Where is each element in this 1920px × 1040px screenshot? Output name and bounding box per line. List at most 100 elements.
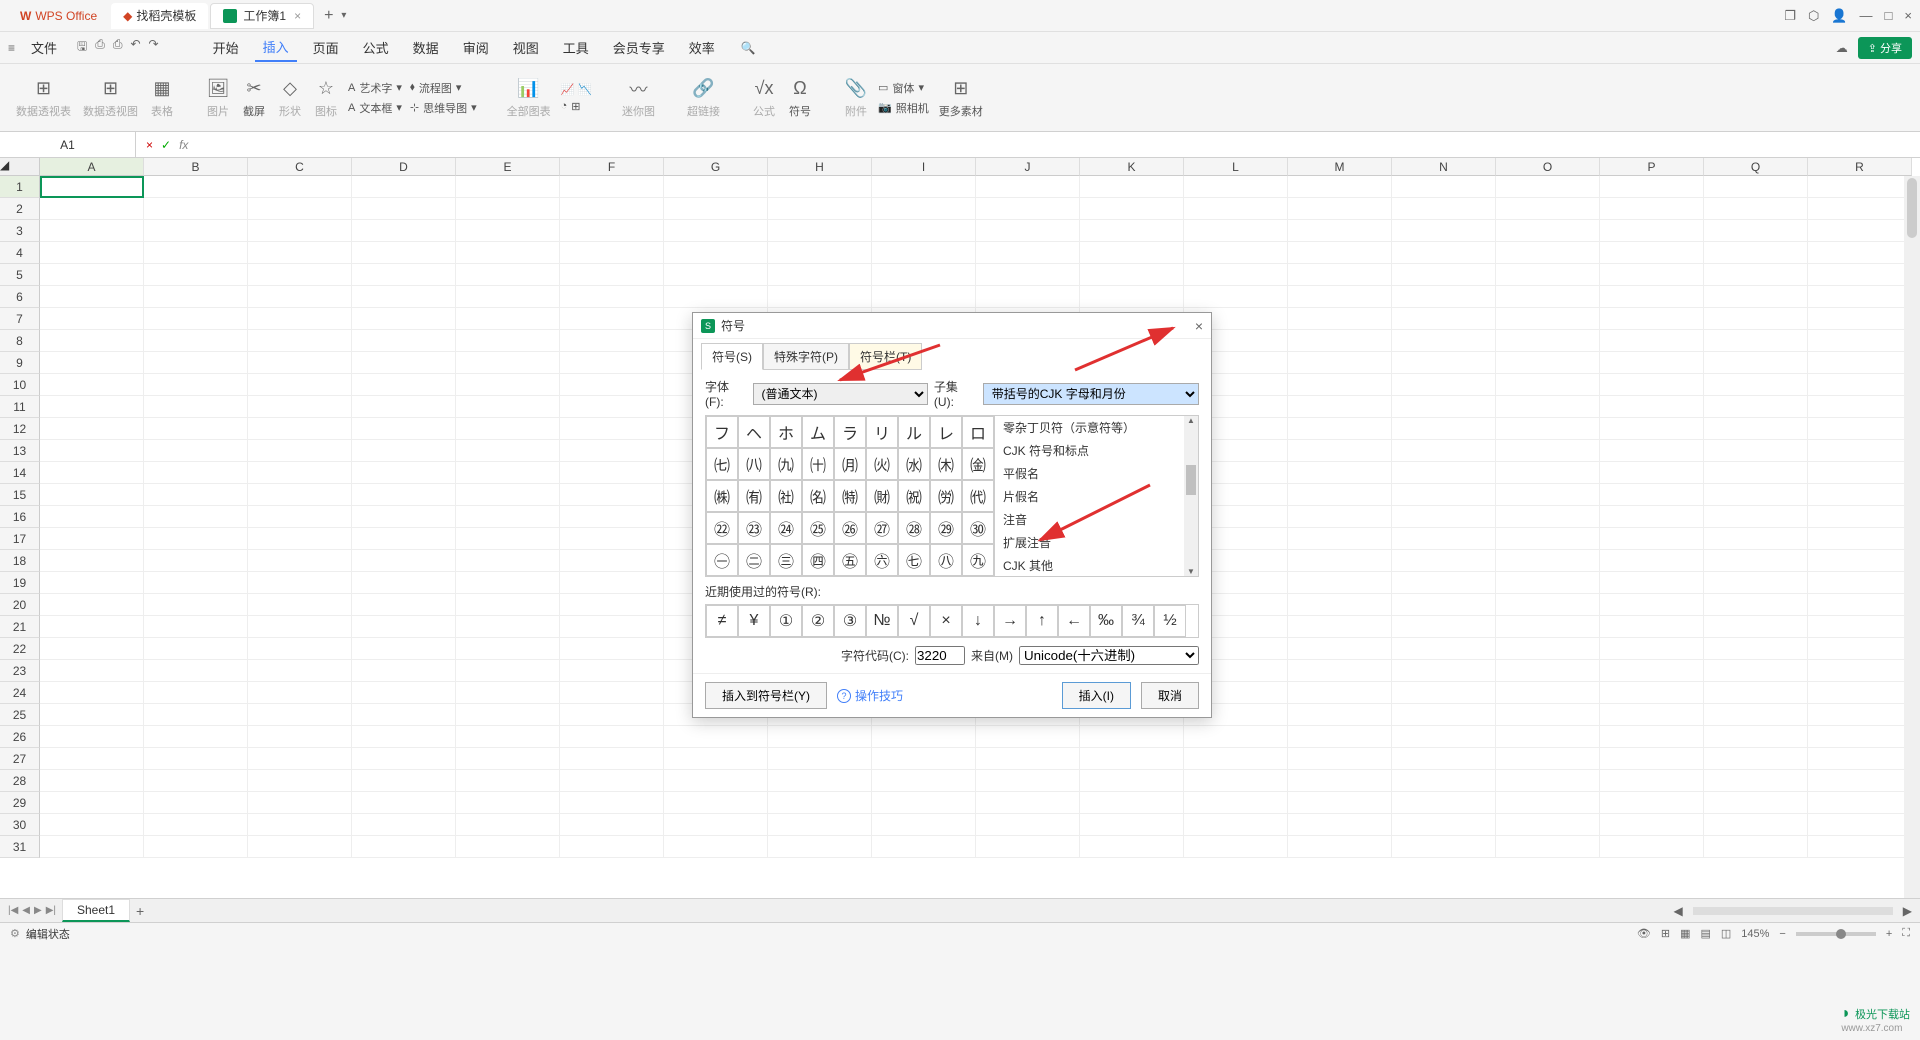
- cell[interactable]: [1600, 660, 1704, 682]
- cell[interactable]: [40, 396, 144, 418]
- cell[interactable]: [768, 814, 872, 836]
- recent-symbol-cell[interactable]: ←: [1058, 605, 1090, 637]
- cell[interactable]: [560, 462, 664, 484]
- cell[interactable]: [1392, 660, 1496, 682]
- cell[interactable]: [456, 616, 560, 638]
- cell[interactable]: [1496, 484, 1600, 506]
- symbol-cell[interactable]: ㈦: [706, 448, 738, 480]
- cell[interactable]: [144, 198, 248, 220]
- cell[interactable]: [248, 616, 352, 638]
- cell[interactable]: [1808, 528, 1912, 550]
- col-header-B[interactable]: B: [144, 158, 248, 176]
- cell[interactable]: [1392, 814, 1496, 836]
- cell[interactable]: [1288, 286, 1392, 308]
- cell[interactable]: [976, 814, 1080, 836]
- view-normal-icon[interactable]: ▦: [1680, 927, 1690, 940]
- hscroll-right[interactable]: ▶: [1903, 904, 1912, 918]
- horizontal-scrollbar[interactable]: [1693, 907, 1893, 915]
- hamburger-icon[interactable]: ≡: [8, 41, 15, 55]
- symbol-cell[interactable]: ㈲: [738, 480, 770, 512]
- cell[interactable]: [1808, 770, 1912, 792]
- cloud-icon[interactable]: ☁: [1836, 41, 1848, 55]
- symbol-cell[interactable]: ㊃: [802, 544, 834, 576]
- cell[interactable]: [1600, 330, 1704, 352]
- cell[interactable]: [248, 550, 352, 572]
- cell[interactable]: [1704, 242, 1808, 264]
- workbook-tab[interactable]: 工作簿1 ×: [210, 3, 314, 29]
- recent-symbol-cell[interactable]: ×: [930, 605, 962, 637]
- cell[interactable]: [1704, 682, 1808, 704]
- cell[interactable]: [1600, 264, 1704, 286]
- cell[interactable]: [456, 352, 560, 374]
- cell[interactable]: [872, 814, 976, 836]
- cell[interactable]: [768, 748, 872, 770]
- cell[interactable]: [560, 176, 664, 198]
- symbol-cell[interactable]: ㈨: [770, 448, 802, 480]
- cell[interactable]: [872, 770, 976, 792]
- dropdown-item[interactable]: 零杂丁贝符（示意符等）: [995, 416, 1198, 439]
- symbol-cell[interactable]: ㈱: [706, 480, 738, 512]
- recent-symbol-cell[interactable]: →: [994, 605, 1026, 637]
- cell[interactable]: [248, 726, 352, 748]
- cell[interactable]: [1080, 748, 1184, 770]
- dropdown-item[interactable]: CJK 其他: [995, 554, 1198, 576]
- cell[interactable]: [144, 836, 248, 858]
- cell[interactable]: [1704, 594, 1808, 616]
- row-header-28[interactable]: 28: [0, 770, 40, 792]
- cell[interactable]: [1600, 176, 1704, 198]
- insert-button[interactable]: 插入(I): [1062, 682, 1131, 709]
- cell[interactable]: [560, 352, 664, 374]
- symbol-cell[interactable]: ㉗: [866, 512, 898, 544]
- cell[interactable]: [456, 220, 560, 242]
- cell[interactable]: [1600, 242, 1704, 264]
- cell[interactable]: [248, 198, 352, 220]
- cell[interactable]: [560, 198, 664, 220]
- row-header-22[interactable]: 22: [0, 638, 40, 660]
- cell[interactable]: [1808, 242, 1912, 264]
- cell[interactable]: [664, 176, 768, 198]
- menu-efficiency[interactable]: 效率: [681, 34, 723, 61]
- recent-symbol-cell[interactable]: ¾: [1122, 605, 1154, 637]
- cell[interactable]: [248, 176, 352, 198]
- cell[interactable]: [352, 748, 456, 770]
- cell[interactable]: [352, 814, 456, 836]
- from-select[interactable]: Unicode(十六进制): [1019, 646, 1199, 665]
- row-header-8[interactable]: 8: [0, 330, 40, 352]
- cell[interactable]: [1496, 836, 1600, 858]
- cell[interactable]: [1288, 352, 1392, 374]
- cell[interactable]: [1496, 264, 1600, 286]
- col-header-G[interactable]: G: [664, 158, 768, 176]
- cell[interactable]: [1288, 506, 1392, 528]
- recent-symbol-cell[interactable]: ↓: [962, 605, 994, 637]
- cell[interactable]: [1600, 814, 1704, 836]
- row-header-19[interactable]: 19: [0, 572, 40, 594]
- name-box[interactable]: A1: [0, 132, 136, 157]
- cell[interactable]: [1496, 286, 1600, 308]
- cell[interactable]: [1600, 836, 1704, 858]
- cell[interactable]: [248, 374, 352, 396]
- cell[interactable]: [1704, 176, 1808, 198]
- symbol-cell[interactable]: ㉓: [738, 512, 770, 544]
- cell[interactable]: [976, 242, 1080, 264]
- cell[interactable]: [248, 792, 352, 814]
- symbol-cell[interactable]: ㉒: [706, 512, 738, 544]
- col-header-C[interactable]: C: [248, 158, 352, 176]
- cell[interactable]: [560, 572, 664, 594]
- cell[interactable]: [1392, 330, 1496, 352]
- col-header-O[interactable]: O: [1496, 158, 1600, 176]
- cell[interactable]: [352, 308, 456, 330]
- cell[interactable]: [40, 484, 144, 506]
- cell[interactable]: [1496, 638, 1600, 660]
- cell[interactable]: [40, 792, 144, 814]
- cell[interactable]: [352, 638, 456, 660]
- cell[interactable]: [1288, 176, 1392, 198]
- cell[interactable]: [560, 418, 664, 440]
- cell[interactable]: [560, 242, 664, 264]
- cell[interactable]: [40, 264, 144, 286]
- cell[interactable]: [1808, 682, 1912, 704]
- menu-member[interactable]: 会员专享: [605, 34, 673, 61]
- fullscreen-icon[interactable]: ⛶: [1902, 927, 1910, 940]
- cell[interactable]: [560, 264, 664, 286]
- cell[interactable]: [1496, 198, 1600, 220]
- cell[interactable]: [248, 770, 352, 792]
